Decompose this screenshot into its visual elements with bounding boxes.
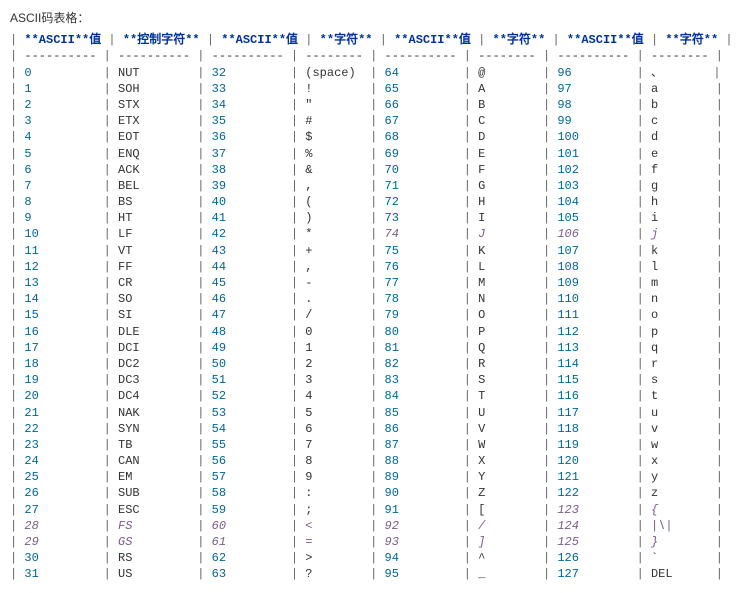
ascii-table: | **ASCII**值 | **控制字符** | **ASCII**值 | *… bbox=[10, 32, 741, 582]
page-title: ASCII码表格： bbox=[10, 10, 741, 26]
